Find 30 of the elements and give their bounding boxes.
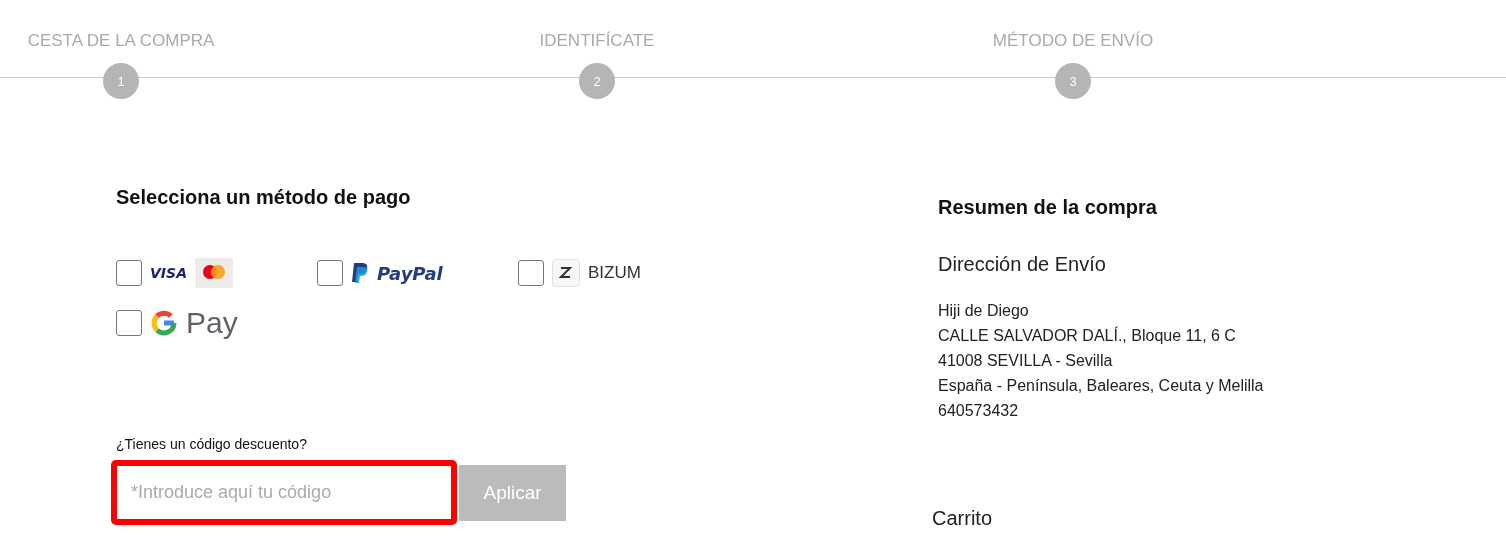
summary-title: Resumen de la compra (938, 196, 1157, 219)
address-line: 640573432 (938, 401, 1020, 421)
checkbox[interactable] (518, 260, 544, 286)
checkbox[interactable] (116, 310, 142, 336)
paypal-p-icon (351, 262, 369, 284)
cart-title: Carrito (932, 507, 993, 530)
bizum-label: BIZUM (588, 263, 641, 283)
apply-button[interactable]: Aplicar (459, 464, 566, 521)
bizum-icon (552, 259, 580, 287)
step-number: 2 (579, 63, 615, 99)
address-title: Dirección de Envío (938, 253, 1107, 276)
step-number: 1 (103, 63, 139, 99)
address-line: 41008 SEVILLA - Sevilla (938, 351, 1114, 371)
step-number: 3 (1055, 63, 1091, 99)
address-line: Hiji de Diego (938, 301, 1030, 321)
visa-logo: VISA (150, 265, 187, 281)
gpay-logo: Pay (186, 306, 238, 340)
step-label[interactable]: IDENTIFÍCATE (539, 31, 655, 59)
address-line: España - Península, Baleares, Ceuta y Melilla (938, 376, 1265, 396)
address-line: CALLE SALVADOR DALÍ., Bloque 11, 6 C (938, 325, 1237, 346)
paypal-logo: PayPal (377, 262, 443, 284)
checkbox[interactable] (317, 260, 343, 286)
step-label[interactable]: CESTA DE LA COMPRA (27, 31, 215, 59)
mastercard-icon (194, 258, 233, 288)
google-g-icon (150, 309, 178, 337)
discount-code-field[interactable]: *Introduce aquí tu código (111, 460, 457, 525)
payment-title: Selecciona un método de pago (116, 186, 411, 209)
checkbox[interactable] (116, 260, 142, 286)
discount-label: ¿Tienes un código descuento? (116, 436, 308, 452)
step-label[interactable]: MÉTODO DE ENVÍO (992, 31, 1154, 59)
